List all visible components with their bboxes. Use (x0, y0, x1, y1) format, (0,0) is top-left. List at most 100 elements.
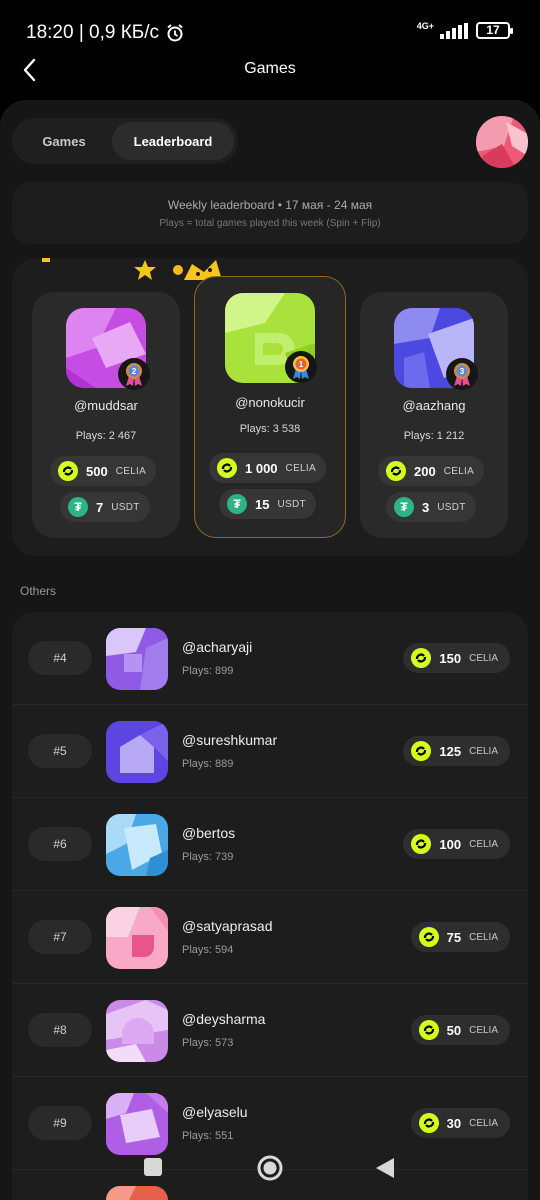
celia-coin-icon (411, 741, 432, 761)
avatar (106, 721, 168, 783)
reward-currency: USDT (111, 501, 140, 513)
user-avatar[interactable] (476, 116, 528, 168)
reward-currency: USDT (437, 501, 466, 513)
reward-amount: 150 (439, 650, 462, 666)
alarm-icon (167, 24, 183, 42)
leaderboard-period: Weekly leaderboard • 17 мая - 24 мая (167, 198, 373, 212)
list-plays: Plays: 739 (182, 851, 234, 863)
list-plays: Plays: 573 (182, 1037, 234, 1049)
list-item[interactable]: #6 @bertos Plays: 739 100 CELIA (12, 798, 528, 891)
celia-coin-icon (386, 461, 406, 481)
rank-badge: #6 (28, 827, 92, 861)
podium: 2 @muddsar Plays: 2 467 500 CELIA ₮ 7 US… (12, 258, 528, 556)
medal-second-icon: 2 (118, 358, 150, 390)
avatar (106, 628, 168, 690)
list-plays: Plays: 551 (182, 1130, 234, 1142)
tab-games[interactable]: Games (16, 122, 112, 160)
celia-coin-icon (411, 648, 432, 668)
medal-first-icon: 1 (285, 351, 317, 383)
app-header: Games (0, 50, 540, 90)
reward-celia: 75 CELIA (410, 922, 510, 952)
avatar (106, 814, 168, 876)
reward-currency: CELIA (469, 931, 498, 943)
reward-amount: 100 (439, 836, 462, 852)
reward-usdt: ₮ 7 USDT (60, 492, 150, 522)
reward-amount: 15 (255, 496, 270, 512)
reward-amount: 200 (414, 463, 436, 479)
medal-third-icon: 3 (446, 358, 478, 390)
podium-plays: Plays: 2 467 (75, 430, 137, 442)
star-icon (134, 260, 156, 280)
battery-level: 17 (486, 23, 500, 37)
reward-celia: 1 000 CELIA (209, 453, 326, 483)
rank-badge: #7 (28, 920, 92, 954)
list-item[interactable]: #5 @sureshkumar Plays: 889 125 CELIA (12, 705, 528, 798)
games-panel: Games Leaderboard Weekly leaderboard • 1… (0, 100, 540, 1200)
reward-currency: CELIA (469, 745, 498, 757)
triangle-back-icon (376, 1158, 394, 1178)
reward-currency: CELIA (469, 1024, 498, 1036)
podium-card-third[interactable]: 3 @aazhang Plays: 1 212 200 CELIA ₮ 3 US… (360, 292, 508, 538)
network-type: 4G+ (416, 20, 434, 31)
reward-amount: 1 000 (245, 460, 278, 476)
list-username: @acharyaji (182, 639, 253, 655)
list-plays: Plays: 899 (182, 665, 234, 677)
reward-currency: CELIA (469, 652, 498, 664)
home-button[interactable] (256, 1154, 284, 1187)
reward-amount: 75 (446, 929, 462, 945)
celia-coin-icon (217, 458, 237, 478)
list-username: @sureshkumar (182, 732, 278, 748)
reward-amount: 30 (446, 1115, 462, 1131)
others-heading: Others (20, 584, 57, 598)
reward-currency: CELIA (285, 462, 316, 474)
rank-badge: #5 (28, 734, 92, 768)
reward-currency: USDT (277, 498, 306, 510)
avatar (106, 907, 168, 969)
podium-card-first[interactable]: 1 @nonokucir Plays: 3 538 1 000 CELIA ₮ … (194, 276, 346, 538)
back-nav-button[interactable] (374, 1156, 396, 1185)
sparkle-icon (42, 258, 50, 262)
podium-username: @muddsar (74, 398, 138, 413)
list-username: @satyaprasad (182, 918, 273, 934)
list-plays: Plays: 889 (182, 758, 234, 770)
reward-amount: 3 (422, 499, 430, 515)
reward-currency: CELIA (469, 1117, 498, 1129)
reward-celia: 30 CELIA (410, 1108, 510, 1138)
celia-coin-icon (418, 1020, 439, 1040)
avatar-art (476, 116, 528, 168)
podium-card-second[interactable]: 2 @muddsar Plays: 2 467 500 CELIA ₮ 7 US… (32, 292, 180, 538)
avatar (106, 1000, 168, 1062)
leaderboard-note: Plays = total games played this week (Sp… (159, 218, 381, 229)
celia-coin-icon (58, 461, 78, 481)
reward-celia: 500 CELIA (50, 456, 157, 486)
reward-celia: 150 CELIA (403, 643, 510, 673)
reward-amount: 7 (96, 499, 104, 515)
list-item[interactable]: #8 @deysharma Plays: 573 50 CELIA (12, 984, 528, 1077)
list-username: @bertos (182, 825, 236, 841)
list-item[interactable]: #4 @acharyaji Plays: 899 150 CELIA (12, 612, 528, 705)
reward-celia: 125 CELIA (403, 736, 510, 766)
celia-coin-icon (411, 834, 432, 854)
avatar (106, 1186, 168, 1200)
leaderboard-info: Weekly leaderboard • 17 мая - 24 мая Pla… (12, 182, 528, 244)
avatar (106, 1093, 168, 1155)
usdt-coin-icon: ₮ (394, 497, 414, 517)
usdt-coin-icon: ₮ (68, 497, 88, 517)
reward-currency: CELIA (443, 465, 475, 477)
rank-badge: #4 (28, 641, 92, 675)
podium-plays: Plays: 1 212 (403, 430, 465, 442)
podium-username: @nonokucir (235, 395, 305, 410)
list-item[interactable]: #7 @satyaprasad Plays: 594 75 CELIA (12, 891, 528, 984)
reward-usdt: ₮ 3 USDT (386, 492, 476, 522)
reward-amount: 50 (446, 1022, 462, 1038)
podium-username: @aazhang (402, 398, 466, 413)
celia-coin-icon (418, 927, 439, 947)
rank-badge: #8 (28, 1013, 92, 1047)
page-title: Games (244, 60, 296, 77)
reward-usdt: ₮ 15 USDT (219, 489, 316, 519)
tab-leaderboard[interactable]: Leaderboard (112, 122, 234, 160)
status-time: 18:20 | 0,9 КБ/с (26, 22, 160, 43)
svg-text:2: 2 (132, 367, 137, 376)
recents-button[interactable] (142, 1156, 164, 1183)
reward-celia: 200 CELIA (378, 456, 485, 486)
